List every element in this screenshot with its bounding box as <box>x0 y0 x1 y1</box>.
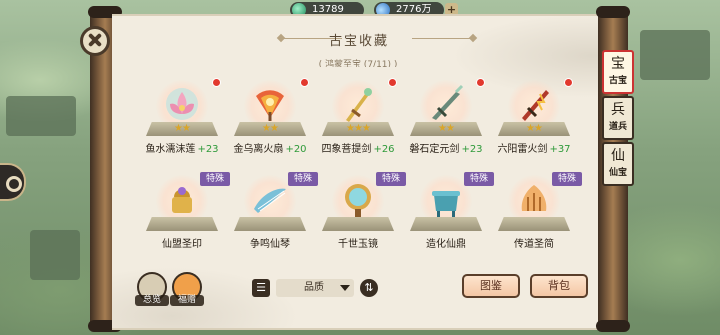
scripture-slip-icon <box>521 185 547 211</box>
zither-icon <box>254 188 286 213</box>
item-pedestal <box>146 217 218 231</box>
red-dot-badge <box>300 78 309 87</box>
item-pedestal <box>234 217 306 231</box>
treasure-name: 四象菩提剑 +26 <box>312 140 404 155</box>
chevron-down-icon <box>340 285 350 291</box>
special-badge: 特殊 <box>288 172 318 186</box>
bag-button[interactable]: 背包 <box>530 274 588 298</box>
blessing-button[interactable]: 福赠 <box>170 272 204 306</box>
special-badge: 特殊 <box>200 172 230 186</box>
red-dot-badge <box>564 78 573 87</box>
item-pedestal <box>410 217 482 231</box>
bonus-value: +23 <box>461 144 483 155</box>
panel-title: 古宝收藏 <box>328 34 389 49</box>
blessing-label: 福赠 <box>170 295 204 306</box>
jade-mirror-icon <box>345 184 371 217</box>
item-pedestal <box>322 217 394 231</box>
background-roof <box>6 96 76 136</box>
star-rating: ★★ <box>526 123 543 134</box>
tab-ancient-treasure[interactable]: 宝 古宝 <box>602 50 634 94</box>
treasure-name: 仙盟圣印 <box>162 239 202 250</box>
star-rating: ★★ <box>438 123 455 134</box>
tab-label: 仙宝 <box>608 168 627 178</box>
thunder-fire-sword-icon <box>522 90 549 121</box>
item-pedestal <box>498 217 570 231</box>
treasure-name: 造化仙鼎 <box>426 239 466 250</box>
item-name-text: 鱼水濡沫莲 <box>145 144 196 155</box>
treasure-card[interactable]: 特殊 千世玉镜 <box>318 172 406 263</box>
treasure-card[interactable]: 特殊 仙盟圣印 <box>142 172 230 263</box>
tab-immortal-treasure[interactable]: 仙 仙宝 <box>602 142 634 186</box>
star-rating: ★★ <box>262 123 279 134</box>
filter-list-button[interactable]: ☰ <box>252 279 270 297</box>
treasure-card[interactable]: 特殊 传道圣简 <box>494 172 582 263</box>
item-name-text: 磐石定元剑 <box>409 144 460 155</box>
treasure-name: 传道圣简 <box>514 239 554 250</box>
treasure-card[interactable]: 特殊 争鸣仙琴 <box>230 172 318 263</box>
list-icon: ☰ <box>256 281 266 294</box>
special-badge: 特殊 <box>464 172 494 186</box>
item-name-text: 金乌离火扇 <box>233 144 284 155</box>
close-button[interactable] <box>80 26 110 56</box>
treasure-name: 千世玉镜 <box>338 239 378 250</box>
red-dot-badge <box>388 78 397 87</box>
treasure-card[interactable]: 特殊 造化仙鼎 <box>406 172 494 263</box>
treasure-name: 六阳雷火剑 +37 <box>488 140 580 155</box>
stone-sword-icon <box>432 84 464 120</box>
overview-button[interactable]: 总览 <box>135 272 169 306</box>
illustrated-catalog-button[interactable]: 图鉴 <box>462 274 520 298</box>
treasure-card[interactable]: ★★ 六阳雷火剑 +37 <box>494 78 574 168</box>
item-name-text: 四象菩提剑 <box>321 144 372 155</box>
overview-label: 总览 <box>135 295 169 306</box>
treasure-name: 磐石定元剑 +23 <box>400 140 492 155</box>
red-dot-badge <box>476 78 485 87</box>
treasure-card[interactable]: ★★ 磐石定元剑 +23 <box>406 78 486 168</box>
sort-arrows-icon: ⇅ <box>364 281 374 294</box>
treasure-name: 争鸣仙琴 <box>250 239 290 250</box>
cauldron-icon <box>432 191 460 217</box>
treasure-card[interactable]: ★★ 金乌离火扇 +20 <box>230 78 310 168</box>
treasure-tab-icon: 宝 <box>611 56 625 72</box>
treasure-name: 鱼水濡沫莲 +23 <box>136 140 228 155</box>
lotus-icon <box>166 88 198 120</box>
treasure-name: 金乌离火扇 +20 <box>224 140 316 155</box>
star-rating: ★★ <box>174 123 191 134</box>
background-roof <box>30 230 80 280</box>
bonus-value: +20 <box>285 144 307 155</box>
special-badge: 特殊 <box>376 172 406 186</box>
weapon-tab-icon: 兵 <box>611 102 625 118</box>
title-divider <box>412 38 472 39</box>
red-dot-badge <box>212 78 221 87</box>
bag-button-label: 背包 <box>548 279 570 292</box>
bodhi-sword-icon <box>346 88 372 122</box>
quality-dropdown[interactable]: 品质 <box>276 279 354 297</box>
catalog-button-label: 图鉴 <box>480 279 502 292</box>
tab-label: 古宝 <box>608 76 627 86</box>
special-badge: 特殊 <box>552 172 582 186</box>
tab-label: 道兵 <box>608 122 627 132</box>
tab-dao-weapon[interactable]: 兵 道兵 <box>602 96 634 140</box>
fire-fan-icon <box>256 90 284 121</box>
treasure-card[interactable]: ★★★ 四象菩提剑 +26 <box>318 78 398 168</box>
alliance-seal-icon <box>172 187 192 213</box>
immortal-tab-icon: 仙 <box>611 148 625 164</box>
bonus-value: +26 <box>373 144 395 155</box>
treasure-card[interactable]: ★★ 鱼水濡沫莲 +23 <box>142 78 222 168</box>
item-name-text: 六阳雷火剑 <box>497 144 548 155</box>
background-roof <box>640 30 710 80</box>
sort-order-button[interactable]: ⇅ <box>360 279 378 297</box>
bonus-value: +37 <box>549 144 571 155</box>
quality-dropdown-value: 品质 <box>304 282 324 293</box>
category-subtitle: ( 鸿蒙至宝 (7/11) ) <box>318 60 398 67</box>
star-rating: ★★★ <box>346 123 371 134</box>
bonus-value: +23 <box>197 144 219 155</box>
